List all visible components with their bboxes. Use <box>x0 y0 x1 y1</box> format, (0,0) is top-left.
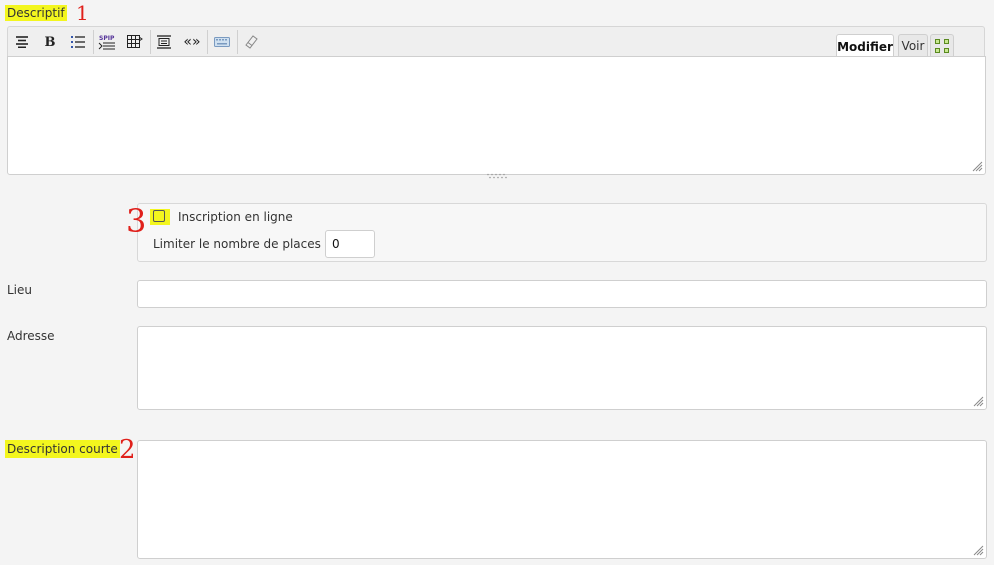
inscription-label[interactable]: Inscription en ligne <box>178 210 293 224</box>
lieu-label: Lieu <box>7 283 33 297</box>
editor-toolbar: B SPIP «» Modifier Voir <box>7 26 985 58</box>
toolbar-separator <box>207 30 208 54</box>
toolbar-separator <box>93 30 94 54</box>
spip-doc-icon[interactable]: SPIP <box>96 31 118 53</box>
annotation-1: 1 <box>76 1 89 25</box>
annotation-3: 3 <box>126 202 147 240</box>
description-courte-textarea[interactable] <box>137 440 987 559</box>
adresse-textarea[interactable] <box>137 326 987 410</box>
tab-modifier[interactable]: Modifier <box>836 34 894 58</box>
resize-grip-icon[interactable] <box>972 161 983 172</box>
resize-grip-icon[interactable] <box>973 545 984 556</box>
block-icon[interactable] <box>153 31 175 53</box>
adresse-label: Adresse <box>7 329 55 343</box>
list-icon[interactable] <box>67 31 89 53</box>
resize-grip-icon[interactable] <box>973 396 984 407</box>
lieu-input[interactable] <box>137 280 987 308</box>
table-icon[interactable] <box>124 31 146 53</box>
descriptif-label: Descriptif <box>5 5 67 21</box>
align-center-icon[interactable] <box>11 31 33 53</box>
toolbar-separator <box>150 30 151 54</box>
annotation-2: 2 <box>119 435 136 465</box>
descriptif-textarea[interactable] <box>7 56 986 175</box>
toolbar-separator <box>237 30 238 54</box>
tab-voir[interactable]: Voir <box>898 34 928 57</box>
svg-text:SPIP: SPIP <box>99 35 115 42</box>
resize-handle-icon[interactable] <box>486 173 508 179</box>
quotes-icon[interactable]: «» <box>181 31 203 53</box>
bold-icon[interactable]: B <box>39 31 61 53</box>
limit-places-input[interactable] <box>325 230 375 258</box>
limit-places-label: Limiter le nombre de places <box>153 237 321 251</box>
keyboard-icon[interactable] <box>211 31 233 53</box>
fullscreen-icon[interactable] <box>930 34 954 57</box>
inscription-checkbox[interactable] <box>153 210 165 222</box>
description-courte-label: Description courte <box>5 440 120 458</box>
eraser-icon[interactable] <box>240 31 262 53</box>
